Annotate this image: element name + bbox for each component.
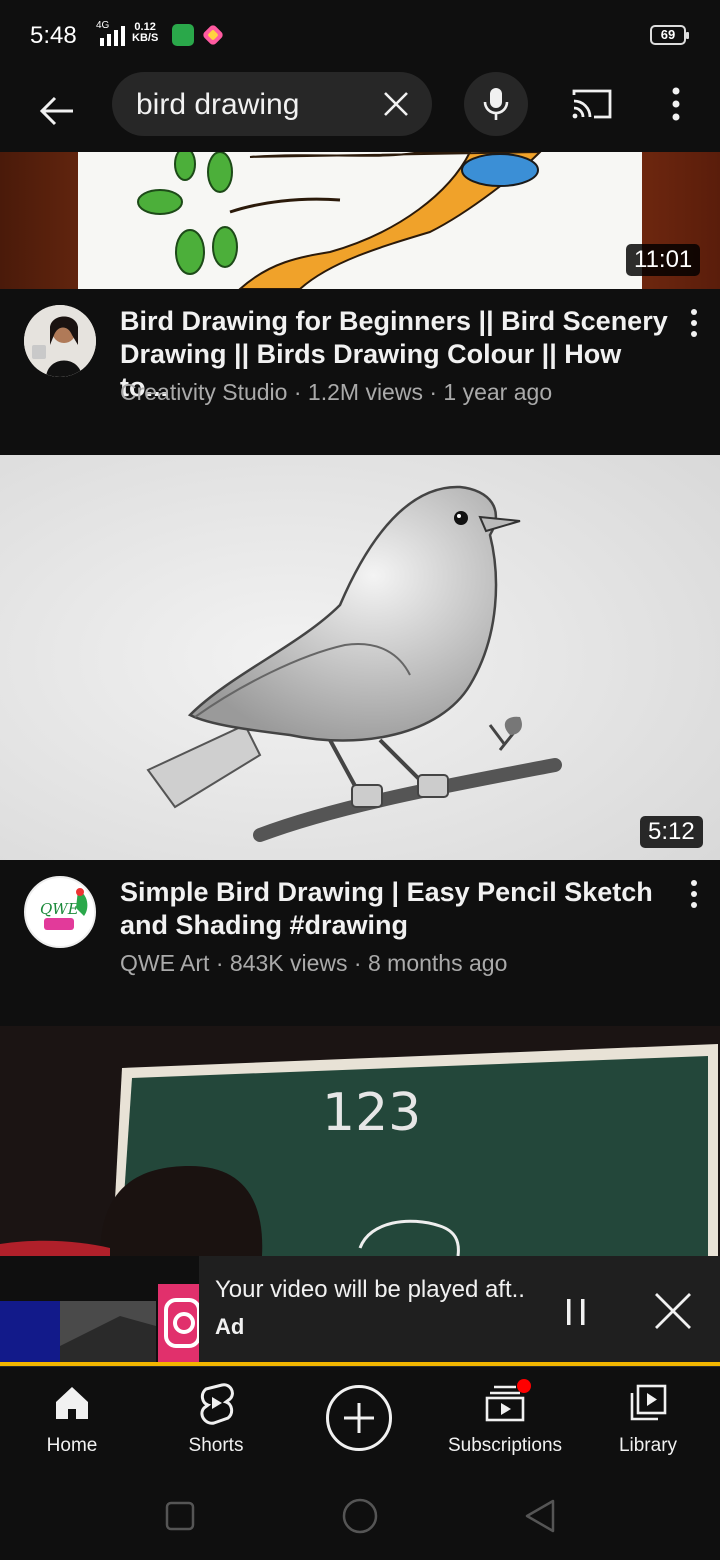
nav-home[interactable]: Home xyxy=(30,1367,114,1473)
board-text: 123 xyxy=(322,1083,421,1143)
video-title[interactable]: Simple Bird Drawing | Easy Pencil Sketch… xyxy=(120,876,670,942)
shorts-icon xyxy=(194,1381,238,1425)
microphone-icon xyxy=(483,88,509,120)
close-mini-player-button[interactable] xyxy=(648,1286,698,1336)
battery-icon: 69 xyxy=(650,25,689,45)
network-type: 4G xyxy=(96,20,110,31)
channel-avatar[interactable] xyxy=(24,305,96,377)
ad-badge: Ad xyxy=(215,1314,245,1339)
search-query: bird drawing xyxy=(136,88,300,121)
video-subtitle: Creativity Studio · 1.2M views · 1 year … xyxy=(120,379,553,405)
search-input[interactable]: bird drawing xyxy=(112,72,432,136)
system-navigation-bar xyxy=(0,1472,720,1560)
video-thumbnail[interactable]: 123 xyxy=(0,1026,720,1256)
channel-avatar[interactable]: QWE xyxy=(24,876,96,948)
chalkboard-thumbnail-image: 123 xyxy=(0,1026,720,1256)
more-options-button[interactable] xyxy=(656,80,696,128)
app-notification-icon xyxy=(203,25,223,45)
recent-apps-button[interactable] xyxy=(158,1494,202,1538)
nav-library[interactable]: Library xyxy=(606,1367,690,1473)
home-system-button[interactable] xyxy=(338,1494,382,1538)
video-action-menu[interactable] xyxy=(680,874,708,914)
view-count: 843K views xyxy=(229,950,348,976)
nav-shorts[interactable]: Shorts xyxy=(174,1367,258,1473)
pause-button[interactable] xyxy=(556,1292,596,1332)
svg-text:QWE: QWE xyxy=(40,900,79,918)
data-speed: 0.12 KB/S xyxy=(132,21,159,44)
mini-player-thumbnail[interactable] xyxy=(0,1256,199,1366)
close-icon xyxy=(655,1293,691,1329)
square-icon xyxy=(165,1501,195,1531)
bottom-navigation: Home Shorts Subscriptions Library xyxy=(0,1366,720,1472)
video-subtitle: QWE Art · 843K views · 8 months ago xyxy=(120,950,508,976)
subscriptions-icon xyxy=(483,1379,531,1425)
status-bar: 5:48 4G 0.12 KB/S 69 xyxy=(0,0,720,72)
upload-age: 1 year ago xyxy=(443,379,553,405)
view-count: 1.2M views xyxy=(307,379,423,405)
back-button[interactable] xyxy=(28,82,86,140)
channel-avatar-image: QWE xyxy=(28,880,94,946)
library-icon xyxy=(626,1381,670,1425)
cast-button[interactable] xyxy=(568,84,616,124)
triangle-back-icon xyxy=(525,1499,555,1533)
app-notification-icon xyxy=(172,24,194,46)
clear-search-button[interactable] xyxy=(378,86,414,122)
video-duration: 5:12 xyxy=(640,816,703,848)
channel-name[interactable]: Creativity Studio xyxy=(120,379,287,405)
pause-icon xyxy=(567,1299,585,1325)
mini-player[interactable]: Your video will be played aft.. Ad xyxy=(0,1256,720,1366)
pencil-bird-thumbnail-image xyxy=(0,455,720,860)
channel-avatar-image xyxy=(24,305,96,377)
video-details: QWE Simple Bird Drawing | Easy Pencil Sk… xyxy=(0,860,720,1026)
video-action-menu[interactable] xyxy=(680,303,708,343)
more-vertical-icon xyxy=(691,309,697,337)
arrow-left-icon xyxy=(39,96,73,126)
more-vertical-icon xyxy=(691,880,697,908)
nav-subscriptions[interactable]: Subscriptions xyxy=(440,1367,570,1473)
nav-shorts-label: Shorts xyxy=(188,1435,244,1456)
more-vertical-icon xyxy=(672,87,680,121)
video-thumbnail[interactable]: 5:12 xyxy=(0,455,720,860)
video-details: Bird Drawing for Beginners || Bird Scene… xyxy=(0,289,720,455)
circle-icon xyxy=(342,1498,378,1534)
bird-scenery-thumbnail-image xyxy=(0,152,720,289)
back-system-button[interactable] xyxy=(518,1494,562,1538)
mini-player-title[interactable]: Your video will be played aft.. xyxy=(215,1276,525,1304)
search-header: bird drawing xyxy=(0,72,720,152)
create-button[interactable] xyxy=(326,1385,392,1451)
voice-search-button[interactable] xyxy=(464,72,528,136)
video-duration: 11:01 xyxy=(626,244,701,276)
notification-dot xyxy=(517,1379,531,1393)
ad-thumbnail-image xyxy=(0,1256,199,1366)
signal-icon: 4G xyxy=(92,20,125,46)
create-plus-icon xyxy=(344,1403,374,1433)
video-thumbnail[interactable]: 11:01 xyxy=(0,152,720,289)
nav-subscriptions-label: Subscriptions xyxy=(447,1435,563,1456)
upload-age: 8 months ago xyxy=(367,950,508,976)
cast-icon xyxy=(572,89,612,119)
channel-name[interactable]: QWE Art xyxy=(120,950,209,976)
home-icon xyxy=(50,1381,94,1425)
status-time: 5:48 xyxy=(30,22,77,49)
nav-home-label: Home xyxy=(46,1435,98,1456)
close-icon xyxy=(384,92,408,116)
nav-library-label: Library xyxy=(618,1435,678,1456)
